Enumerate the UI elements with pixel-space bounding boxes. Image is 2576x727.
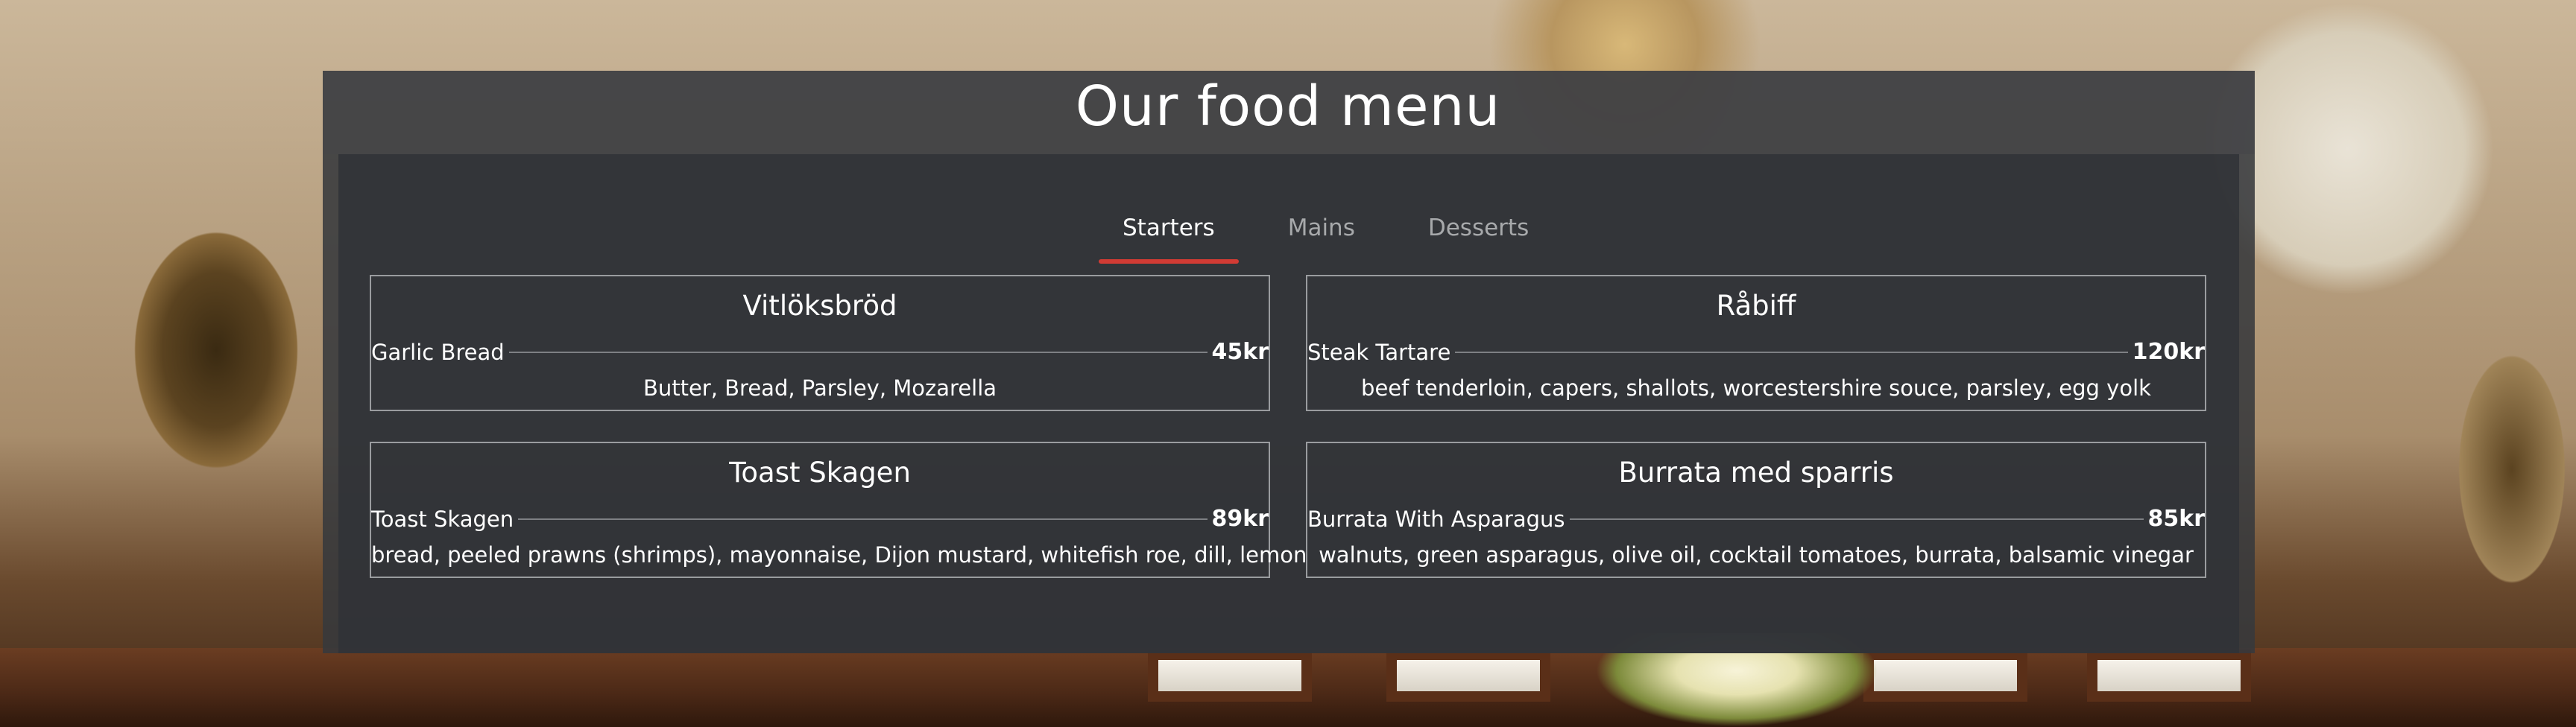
menu-item-price: 120kr [2132,339,2205,365]
menu-item-card: Vitlöksbröd Garlic Bread 45kr Butter, Br… [370,275,1270,411]
menu-item-name: Toast Skagen [729,457,911,489]
menu-item-divider [508,352,1208,353]
tab-desserts[interactable]: Desserts [1404,210,1553,264]
menu-item-english-name: Burrata With Asparagus [1307,507,1565,532]
tab-starters[interactable]: Starters [1099,210,1239,264]
background-window [2087,650,2251,702]
menu-item-row: Burrata With Asparagus 85kr [1307,503,2205,536]
menu-item-english-name: Steak Tartare [1307,340,1451,365]
menu-item-name: Burrata med sparris [1618,457,1894,489]
menu-item-card: Toast Skagen Toast Skagen 89kr bread, pe… [370,442,1307,578]
menu-item-divider [518,518,1208,520]
page-title: Our food menu [1075,74,1501,139]
menu-item-name: Vitlöksbröd [742,290,897,322]
menu-item-name: Råbiff [1716,290,1796,322]
background-window [1148,650,1312,702]
menu-item-row: Garlic Bread 45kr [371,336,1269,369]
menu-item-price: 85kr [2147,506,2206,532]
menu-item-price: 89kr [1211,506,1269,532]
menu-item-english-name: Garlic Bread [371,340,505,365]
menu-item-divider [1569,518,2144,520]
menu-item-card: Burrata med sparris Burrata With Asparag… [1306,442,2206,578]
menu-item-card: Råbiff Steak Tartare 120kr beef tenderlo… [1306,275,2206,411]
tab-mains[interactable]: Mains [1264,210,1379,264]
menu-item-description: beef tenderloin, capers, shallots, worce… [1361,375,2151,401]
menu-item-description: Butter, Bread, Parsley, Mozarella [643,375,997,401]
background-window [1386,650,1550,702]
menu-item-description: walnuts, green asparagus, olive oil, coc… [1319,542,2194,568]
menu-item-description: bread, peeled prawns (shrimps), mayonnai… [371,542,1307,568]
background-window [1863,650,2027,702]
menu-item-divider [1455,352,2128,353]
menu-item-english-name: Toast Skagen [371,507,514,532]
menu-tabs: Starters Mains Desserts [1099,210,1553,264]
menu-item-row: Steak Tartare 120kr [1307,336,2205,369]
menu-item-price: 45kr [1211,339,1269,365]
menu-item-row: Toast Skagen 89kr [371,503,1269,536]
